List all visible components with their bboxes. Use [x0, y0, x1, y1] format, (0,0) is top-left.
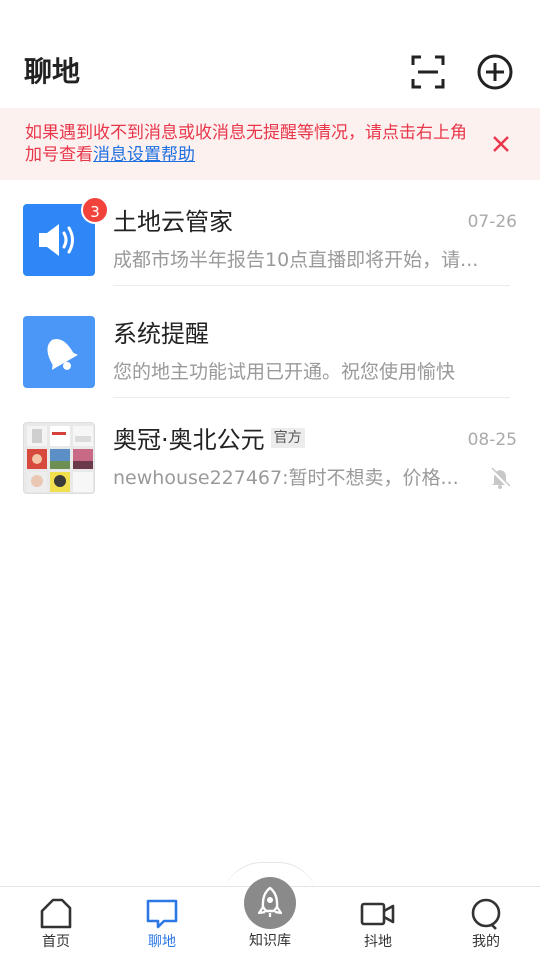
message-settings-help-link[interactable]: 消息设置帮助 [93, 145, 195, 165]
header: 聊地 [0, 0, 540, 108]
nav-video-label: 抖地 [364, 934, 392, 950]
chat-name-text: 奥冠·奥北公元 [113, 426, 265, 454]
profile-circle-icon [471, 898, 501, 930]
unread-badge: 3 [81, 196, 109, 224]
chat-preview: 您的地主功能试用已开通。祝您使用愉快 [113, 361, 456, 383]
nav-home[interactable]: 首页 [16, 887, 96, 960]
chat-time: 07-26 [467, 212, 517, 232]
group-avatar-icon [23, 422, 95, 494]
chat-item-system-reminder[interactable]: 系统提醒 您的地主功能试用已开通。祝您使用愉快 [0, 292, 540, 398]
official-tag: 官方 [270, 428, 305, 448]
chat-icon [146, 899, 178, 929]
nav-knowledge-label: 知识库 [249, 933, 291, 949]
nav-profile[interactable]: 我的 [446, 887, 526, 960]
chat-item-aoguan[interactable]: 奥冠·奥北公元 官方 08-25 newhouse227467:暂时不想卖，价格.… [0, 398, 540, 504]
nav-chat-label: 聊地 [148, 934, 176, 950]
notice-banner: 如果遇到收不到消息或收消息无提醒等情况，请点击右上角加号查看消息设置帮助 [0, 108, 540, 180]
chat-preview: newhouse227467:暂时不想卖，价格... [113, 467, 459, 489]
mute-bell-icon [489, 467, 511, 489]
chat-item-tudi-yun[interactable]: 土地云管家 07-26 成都市场半年报告10点直播即将开始，请... [0, 180, 540, 286]
bell-icon [23, 316, 95, 388]
chat-name: 系统提醒 [113, 320, 209, 348]
nav-profile-label: 我的 [472, 934, 500, 950]
scan-icon[interactable] [410, 54, 446, 90]
nav-knowledge[interactable] [244, 877, 296, 929]
chat-time: 08-25 [467, 430, 517, 450]
nav-home-label: 首页 [42, 934, 70, 950]
notice-message: 如果遇到收不到消息或收消息无提醒等情况，请点击右上角加号查看 [25, 123, 467, 165]
plus-circle-icon[interactable] [476, 53, 514, 91]
rocket-icon [257, 886, 283, 917]
close-icon[interactable] [489, 132, 513, 156]
chat-name: 土地云管家 [113, 208, 233, 236]
nav-chat[interactable]: 聊地 [122, 887, 202, 960]
video-icon [360, 902, 395, 926]
divider [113, 285, 510, 286]
chat-preview: 成都市场半年报告10点直播即将开始，请... [113, 249, 479, 271]
notice-text: 如果遇到收不到消息或收消息无提醒等情况，请点击右上角加号查看消息设置帮助 [25, 122, 475, 166]
home-icon [40, 898, 72, 929]
nav-video[interactable]: 抖地 [338, 887, 418, 960]
page-title: 聊地 [24, 55, 81, 88]
chat-name: 奥冠·奥北公元 官方 [113, 423, 305, 457]
